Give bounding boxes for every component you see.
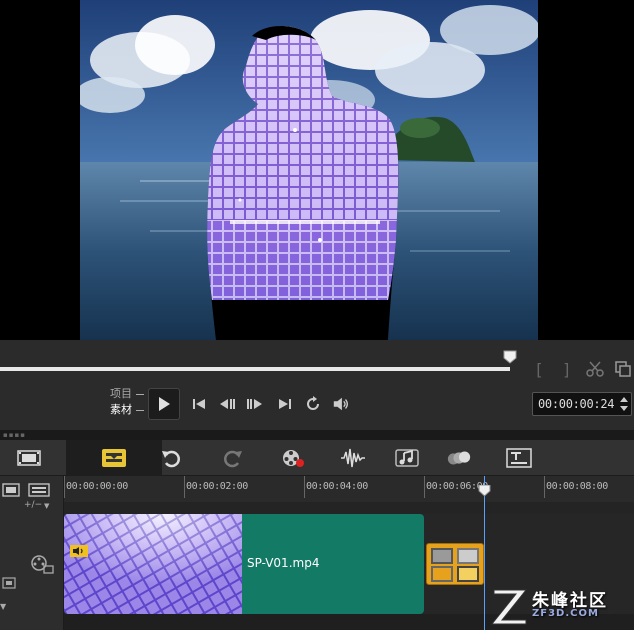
timecode-field[interactable]: 00:00:00:24: [532, 392, 632, 416]
watermark-logo-icon: [490, 589, 528, 625]
copy-icon[interactable]: [614, 360, 632, 382]
undo-button[interactable]: [158, 446, 184, 470]
speaker-icon: [333, 397, 348, 411]
timeline-view-icon: [102, 449, 126, 467]
video-track-header: ▼: [0, 514, 64, 630]
motion-tracking-button[interactable]: [446, 446, 472, 470]
chevron-down-icon[interactable]: ▼: [44, 502, 49, 510]
end-button[interactable]: [276, 395, 294, 413]
repeat-icon: [307, 396, 319, 410]
ruler-label: 00:00:02:00: [186, 481, 248, 492]
storyboard-view-button[interactable]: [16, 446, 42, 470]
transition-clip[interactable]: [426, 543, 484, 585]
mode-clip-label[interactable]: 素材: [110, 403, 132, 416]
transition-icon: [431, 548, 479, 582]
clip-name: SP-V01.mp4: [247, 556, 320, 570]
auto-music-button[interactable]: [394, 446, 420, 470]
volume-button[interactable]: [332, 395, 350, 413]
preview-window: [0, 0, 634, 340]
clip-audio-icon: [70, 542, 88, 561]
film-reel-icon: [283, 450, 304, 467]
redo-icon: [224, 450, 242, 468]
watermark-url: ZF3D.COM: [532, 608, 599, 619]
clip-thumbnail: [64, 514, 242, 614]
watermark: 朱峰社区 ZF3D.COM: [488, 582, 634, 630]
subtitle-icon: [506, 448, 532, 468]
chevron-down-icon[interactable]: ▼: [0, 602, 6, 611]
mode-project-label[interactable]: 项目: [110, 387, 132, 400]
repeat-button[interactable]: [304, 395, 322, 413]
motion-circles-icon: [447, 451, 471, 465]
previous-frame-icon: [220, 399, 235, 409]
timeline-left-controls: +/− ▼: [0, 476, 64, 514]
ruler-subdivision: [64, 502, 634, 514]
music-note-icon: [395, 449, 419, 467]
previous-frame-button[interactable]: [218, 395, 236, 413]
play-mode-selector[interactable]: 项目 素材: [110, 386, 144, 418]
skip-start-icon: [193, 399, 205, 409]
timeline-ruler[interactable]: 00:00:00:00 00:00:02:00 00:00:04:00 00:0…: [64, 476, 634, 502]
sound-mixer-button[interactable]: [340, 446, 366, 470]
video-track-icon[interactable]: [30, 554, 54, 578]
timecode-value: 00:00:00:24: [538, 397, 615, 411]
scissors-icon[interactable]: [586, 360, 604, 382]
track-manager-icon[interactable]: [28, 482, 50, 501]
grip-handle-icon[interactable]: ▪▪▪▪: [3, 432, 26, 439]
next-frame-button[interactable]: [246, 395, 264, 413]
timeline-view-button[interactable]: [66, 440, 162, 476]
add-remove-track-button[interactable]: +/−: [24, 500, 42, 510]
panel-divider[interactable]: ▪▪▪▪: [0, 430, 634, 440]
timecode-spinner-icon[interactable]: [619, 395, 629, 413]
video-clip[interactable]: SP-V01.mp4: [64, 514, 424, 614]
scrub-handle[interactable]: [503, 349, 517, 364]
scrub-area: [ ]: [0, 340, 634, 380]
mark-out-button[interactable]: ]: [562, 360, 572, 379]
playhead-marker[interactable]: [478, 482, 491, 497]
home-button[interactable]: [190, 395, 208, 413]
undo-icon: [162, 450, 180, 468]
show-all-tracks-icon[interactable]: [2, 482, 20, 501]
subtitle-editor-button[interactable]: [506, 446, 532, 470]
play-icon: [159, 397, 170, 411]
playback-controls: 项目 素材 00:00:00:24: [0, 380, 634, 430]
scrub-bar[interactable]: [0, 367, 510, 371]
playhead-line: [484, 476, 485, 630]
timeline-toolbar: [0, 440, 634, 476]
redo-button[interactable]: [220, 446, 246, 470]
mark-in-button[interactable]: [: [534, 360, 544, 379]
preview-image: [80, 0, 538, 340]
film-strip-icon: [17, 450, 41, 466]
play-button[interactable]: [148, 388, 180, 420]
next-frame-icon: [247, 399, 262, 409]
track-options-icon[interactable]: [2, 574, 16, 593]
record-capture-button[interactable]: [280, 446, 306, 470]
ruler-label: 00:00:00:00: [66, 481, 128, 492]
audio-wave-icon: [341, 448, 365, 468]
ruler-label: 00:00:04:00: [306, 481, 368, 492]
ruler-label: 00:00:08:00: [546, 481, 608, 492]
skip-end-icon: [279, 399, 291, 409]
